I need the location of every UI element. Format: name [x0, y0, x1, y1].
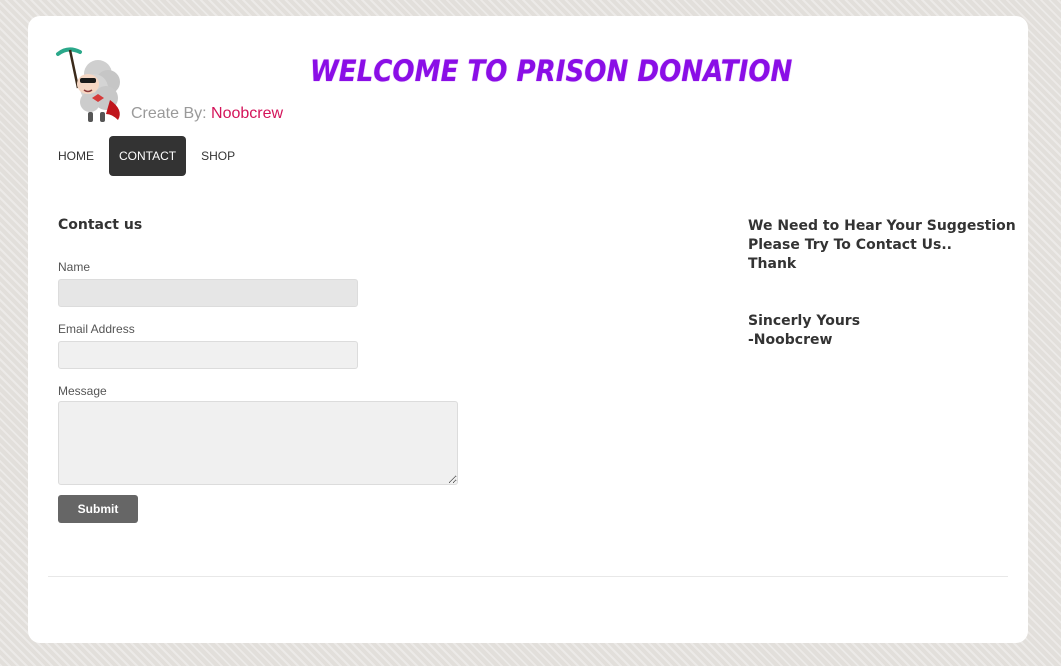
message-textarea[interactable] [58, 401, 458, 485]
main-card: Create By: Noobcrew WELCOME TO PRISON DO… [28, 16, 1028, 643]
contact-heading: Contact us [58, 217, 143, 233]
creator-credit: Create By: Noobcrew [131, 105, 283, 123]
creator-name-link[interactable]: Noobcrew [211, 105, 283, 122]
nav-item-contact[interactable]: CONTACT [109, 136, 187, 176]
suggestion-line: Please Try To Contact Us.. [748, 237, 953, 253]
email-label: Email Address [58, 322, 135, 336]
suggestion-panel: We Need to Hear Your Suggestion Please T… [748, 217, 1016, 350]
suggestion-line: We Need to Hear Your Suggestion [748, 218, 1016, 234]
signoff-line: Sincerly Yours [748, 313, 861, 329]
nav-item-home[interactable]: HOME [48, 136, 104, 176]
message-label: Message [58, 384, 107, 398]
creator-prefix: Create By: [131, 105, 212, 122]
name-field[interactable] [58, 279, 358, 307]
page-title: WELCOME TO PRISON DONATION [310, 54, 793, 88]
nav-item-shop[interactable]: SHOP [191, 136, 245, 176]
name-label: Name [58, 260, 91, 274]
email-field[interactable] [58, 341, 358, 369]
footer-divider [48, 576, 1008, 577]
sheep-mascot-icon[interactable] [54, 44, 126, 126]
main-nav: HOME CONTACT SHOP [48, 136, 250, 176]
signoff-name: -Noobcrew [748, 332, 833, 348]
submit-button[interactable]: Submit [58, 495, 138, 523]
suggestion-line: Thank [748, 256, 797, 272]
